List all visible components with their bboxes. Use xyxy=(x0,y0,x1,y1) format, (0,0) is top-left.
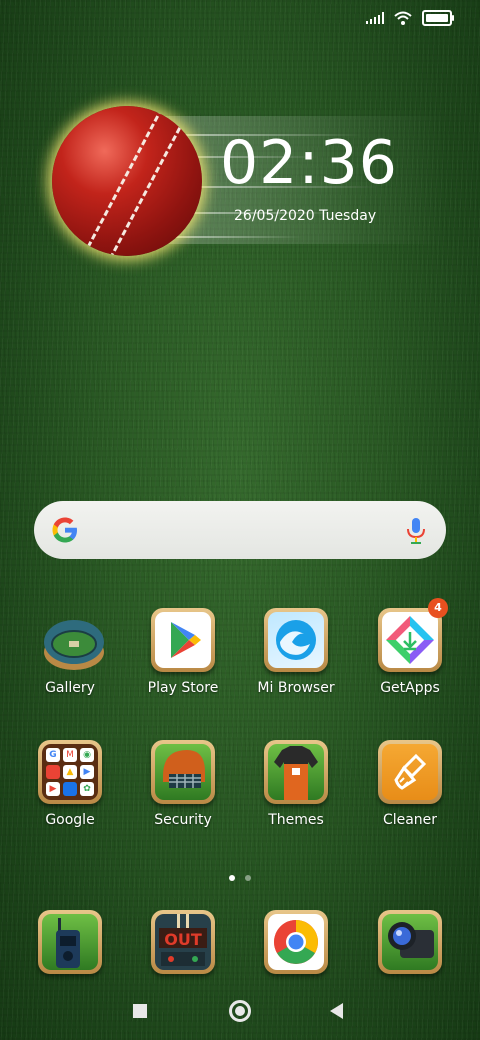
home-icon[interactable] xyxy=(229,1000,251,1022)
app-tile xyxy=(38,910,102,974)
wifi-icon xyxy=(394,11,412,25)
app-tile: OUT xyxy=(151,910,215,974)
app-tile xyxy=(151,740,215,804)
app-tile xyxy=(264,910,328,974)
chrome-icon xyxy=(268,914,324,970)
page-dot[interactable] xyxy=(245,875,251,881)
status-bar xyxy=(366,10,454,26)
app-label: Themes xyxy=(268,812,324,828)
camera-icon xyxy=(382,914,438,970)
navigation-bar xyxy=(0,998,480,1026)
cricket-helmet-icon xyxy=(155,744,211,800)
app-label: Security xyxy=(154,812,212,828)
dock-app-walkie-talkie[interactable] xyxy=(20,910,120,974)
mic-icon[interactable] xyxy=(406,517,426,545)
app-label: Gallery xyxy=(45,680,95,696)
app-themes[interactable]: Themes xyxy=(246,740,346,828)
back-icon[interactable] xyxy=(330,1003,343,1019)
getapps-icon xyxy=(382,612,438,668)
app-label: Google xyxy=(45,812,95,828)
app-security[interactable]: Security xyxy=(133,740,233,828)
app-mi-browser[interactable]: Mi Browser xyxy=(246,608,346,696)
app-tile xyxy=(264,740,328,804)
google-g-icon xyxy=(52,517,77,543)
page-dot-active xyxy=(229,875,235,881)
signal-icon xyxy=(366,12,384,24)
svg-text:OUT: OUT xyxy=(164,930,202,949)
google-search-bar[interactable] xyxy=(34,501,446,559)
app-tile: 4 xyxy=(378,598,448,672)
dock-app-out[interactable]: OUT xyxy=(133,910,233,974)
play-store-icon xyxy=(155,612,211,668)
clock-widget[interactable]: 02:36 26/05/2020 Tuesday xyxy=(52,106,447,256)
recents-icon[interactable] xyxy=(133,1004,147,1018)
clock-date: 26/05/2020 Tuesday xyxy=(234,208,377,224)
app-tile xyxy=(378,910,442,974)
app-play-store[interactable]: Play Store xyxy=(133,608,233,696)
dock-app-chrome[interactable] xyxy=(246,910,346,974)
walkie-talkie-icon xyxy=(42,914,98,970)
app-google-folder[interactable]: G M ◉ ▲ ▶ ▶ ✿ Google xyxy=(20,740,120,828)
app-label: Play Store xyxy=(147,680,219,696)
page-indicator xyxy=(0,866,480,885)
app-getapps[interactable]: 4 GetApps xyxy=(360,598,460,696)
battery-icon xyxy=(422,10,454,26)
clock-time: 02:36 xyxy=(220,128,398,198)
brush-icon xyxy=(382,744,438,800)
dock-app-camera[interactable] xyxy=(360,910,460,974)
app-label: GetApps xyxy=(380,680,440,696)
app-tile xyxy=(378,740,442,804)
app-label: Mi Browser xyxy=(257,680,335,696)
app-tile xyxy=(264,608,328,672)
app-gallery[interactable]: Gallery xyxy=(20,608,120,696)
browser-wave-icon xyxy=(268,612,324,668)
app-tile xyxy=(151,608,215,672)
notification-badge: 4 xyxy=(428,598,448,618)
stadium-icon xyxy=(38,608,104,672)
app-label: Cleaner xyxy=(382,812,438,828)
cricket-ball-icon xyxy=(52,106,202,256)
app-cleaner[interactable]: Cleaner xyxy=(360,740,460,828)
app-tile: G M ◉ ▲ ▶ ▶ ✿ xyxy=(38,740,102,804)
cricket-jersey-icon xyxy=(268,744,324,800)
out-scoreboard-icon: OUT xyxy=(155,914,211,970)
google-folder-icon: G M ◉ ▲ ▶ ▶ ✿ xyxy=(42,744,98,800)
